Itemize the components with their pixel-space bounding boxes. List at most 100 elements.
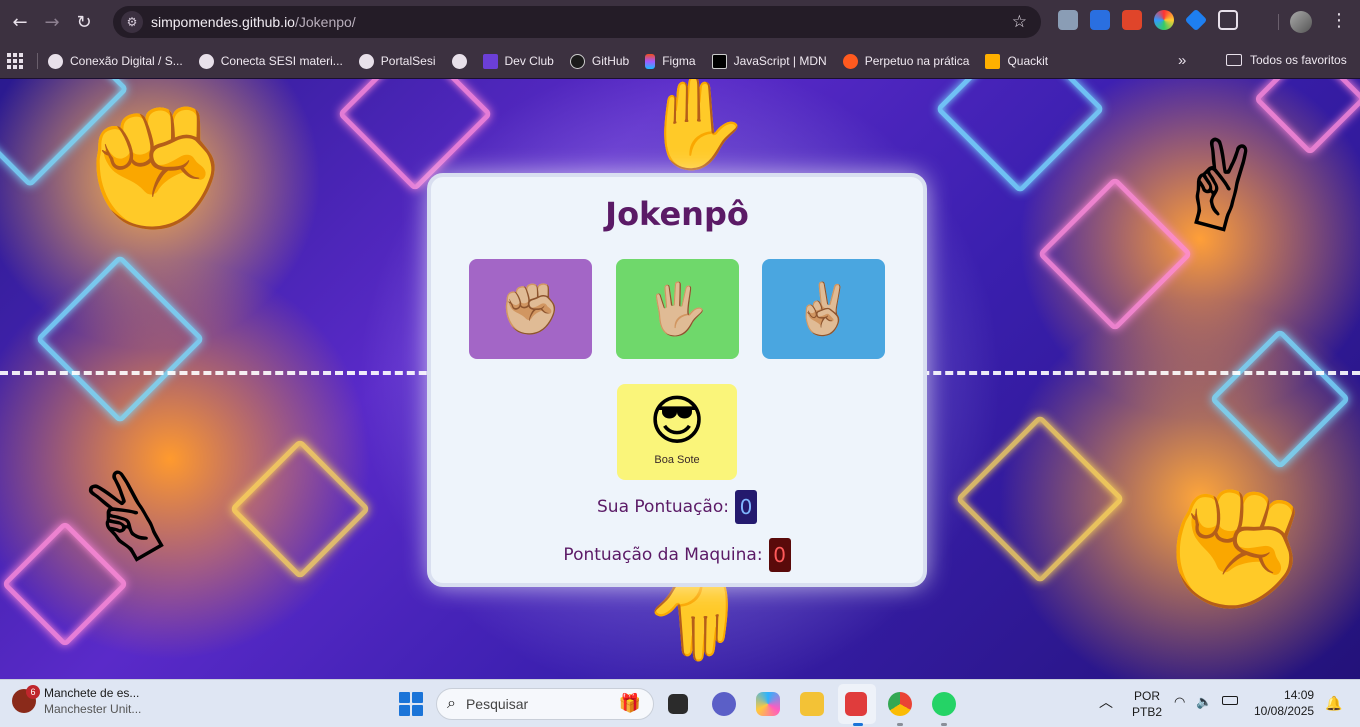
bookmarks-bar: Conexão Digital / S... Conecta SESI mate… — [0, 44, 1360, 78]
bookmark-label: Conexão Digital / S... — [70, 54, 183, 68]
extension-icon[interactable] — [1058, 10, 1078, 30]
file-explorer-icon[interactable] — [800, 692, 824, 716]
bookmark-label: Conecta SESI materi... — [220, 54, 343, 68]
fist-icon: ✊🏼 — [499, 279, 562, 338]
neon-shape — [35, 254, 205, 424]
neon-shape — [935, 79, 1105, 194]
extension-icon[interactable] — [1090, 10, 1110, 30]
notification-badge: 6 — [26, 685, 40, 699]
football-icon: 6 — [12, 685, 40, 713]
news-subtitle: Manchester Unit... — [44, 702, 142, 716]
victory-hand-icon: ✌ — [1153, 108, 1287, 269]
bookmark-item[interactable]: GitHub — [569, 53, 629, 69]
running-indicator — [897, 723, 903, 726]
clock-time: 14:09 — [1284, 688, 1315, 702]
game-card: Jokenpô ✊🏼 🖐🏼 ✌🏼 😎 Boa Sote Sua Pontuaçã… — [427, 173, 927, 587]
reload-icon[interactable]: ↻ — [70, 8, 98, 36]
folder-icon — [1226, 54, 1242, 66]
machine-score-value: 0 — [768, 538, 791, 572]
user-score-row: Sua Pontuação: 0 — [431, 490, 923, 524]
result-caption: Boa Sote — [654, 454, 700, 466]
mdn-icon — [711, 53, 727, 69]
menu-kebab-icon[interactable]: ⋮ — [1330, 10, 1348, 31]
system-clock[interactable]: 14:09 10/08/2025 — [1254, 687, 1314, 719]
bookmark-item[interactable]: Dev Club — [482, 53, 554, 69]
bookmarks-divider — [37, 53, 38, 69]
bookmark-label: Perpetuo na prática — [864, 54, 970, 68]
result-panel: 😎 Boa Sote — [617, 384, 737, 480]
open-hand-icon: 🖐🏼 — [646, 279, 709, 338]
extension-icon[interactable] — [1184, 8, 1208, 32]
windows-start-icon[interactable] — [399, 692, 423, 716]
running-indicator — [941, 723, 947, 726]
speaker-icon[interactable]: 🔈 — [1196, 694, 1212, 710]
neon-shape — [1209, 328, 1351, 470]
copilot-icon[interactable] — [756, 692, 780, 716]
wifi-icon[interactable]: ◠ — [1174, 694, 1185, 710]
address-bar[interactable]: ⚙ simpomendes.github.io/Jokenpo/ ☆ — [113, 6, 1041, 38]
machine-score-label: Pontuação da Maquina: — [563, 545, 763, 565]
user-score-label: Sua Pontuação: — [597, 497, 729, 517]
open-hand-icon: ✋ — [640, 79, 753, 176]
taskbar-search[interactable]: ⌕ Pesquisar 🎁 — [436, 688, 654, 720]
bookmark-item[interactable]: Conecta SESI materi... — [198, 53, 343, 69]
machine-score-row: Pontuação da Maquina: 0 — [431, 538, 923, 572]
bookmark-item[interactable]: Perpetuo na prática — [842, 53, 970, 69]
devclub-icon — [482, 53, 498, 69]
chevron-double-right-icon[interactable]: » — [1178, 52, 1186, 69]
news-title: Manchete de es... — [44, 686, 140, 700]
bookmark-label: Figma — [662, 54, 696, 68]
task-view-icon[interactable] — [668, 694, 688, 714]
bookmark-item[interactable]: PortalSesi — [358, 53, 436, 69]
url-path: /Jokenpo/ — [294, 14, 356, 30]
battery-icon[interactable] — [1222, 696, 1238, 705]
search-icon: ⌕ — [447, 695, 456, 712]
page-viewport: ✊ ✌ ✌ ✊ ✋ ✋ Jokenpô ✊🏼 🖐🏼 ✌🏼 😎 Boa Sote … — [0, 79, 1360, 679]
victory-hand-icon: ✌🏼 — [792, 279, 855, 338]
teams-icon[interactable] — [712, 692, 736, 716]
extensions-bar — [1058, 8, 1238, 32]
bookmark-item[interactable]: JavaScript | MDN — [711, 53, 827, 69]
bookmark-label: PortalSesi — [380, 54, 436, 68]
news-widget[interactable]: 6 Manchete de es... Manchester Unit... — [12, 685, 142, 716]
url-text[interactable]: simpomendes.github.io/Jokenpo/ — [151, 14, 356, 30]
bookmark-label: JavaScript | MDN — [733, 54, 827, 68]
clock-date: 10/08/2025 — [1254, 704, 1315, 718]
scissors-button[interactable]: ✌🏼 — [762, 259, 885, 359]
globe-icon — [198, 53, 214, 69]
neon-shape — [955, 414, 1125, 584]
bookmark-label: Quackit — [1007, 54, 1049, 68]
rock-button[interactable]: ✊🏼 — [469, 259, 592, 359]
apps-grid-icon[interactable] — [7, 53, 23, 69]
extensions-puzzle-icon[interactable] — [1218, 10, 1238, 30]
bookmark-label: Dev Club — [504, 54, 554, 68]
github-icon — [569, 53, 585, 69]
whatsapp-icon[interactable] — [932, 692, 956, 716]
bookmark-item[interactable] — [451, 53, 467, 69]
forward-icon[interactable]: → — [38, 8, 66, 36]
site-info-icon[interactable]: ⚙ — [121, 11, 143, 33]
notification-bell-icon[interactable]: 🔔 — [1325, 695, 1342, 712]
url-host: simpomendes.github.io — [151, 14, 295, 30]
paper-button[interactable]: 🖐🏼 — [616, 259, 739, 359]
chevron-up-icon[interactable]: ︿ — [1099, 692, 1113, 712]
extension-icon[interactable] — [1154, 10, 1174, 30]
chrome-icon[interactable] — [888, 692, 912, 716]
snipping-tool-icon[interactable] — [845, 692, 867, 716]
globe-icon — [358, 53, 374, 69]
bookmark-item[interactable]: Figma — [645, 53, 696, 69]
all-bookmarks-button[interactable]: Todos os favoritos — [1226, 53, 1347, 67]
all-bookmarks-label: Todos os favoritos — [1250, 53, 1347, 67]
sunglasses-face-icon: 😎 — [648, 389, 706, 452]
toolbar-divider — [1278, 14, 1279, 30]
figma-icon — [645, 53, 656, 69]
extension-icon[interactable] — [1122, 10, 1142, 30]
language-indicator[interactable]: POR PTB2 — [1132, 688, 1162, 720]
fist-icon: ✊ — [80, 99, 230, 238]
globe-icon — [451, 53, 467, 69]
profile-avatar[interactable] — [1290, 11, 1312, 33]
bookmark-star-icon[interactable]: ☆ — [1012, 12, 1027, 32]
bookmark-item[interactable]: Conexão Digital / S... — [48, 53, 183, 69]
bookmark-item[interactable]: Quackit — [985, 53, 1049, 69]
back-icon[interactable]: ← — [6, 8, 34, 36]
